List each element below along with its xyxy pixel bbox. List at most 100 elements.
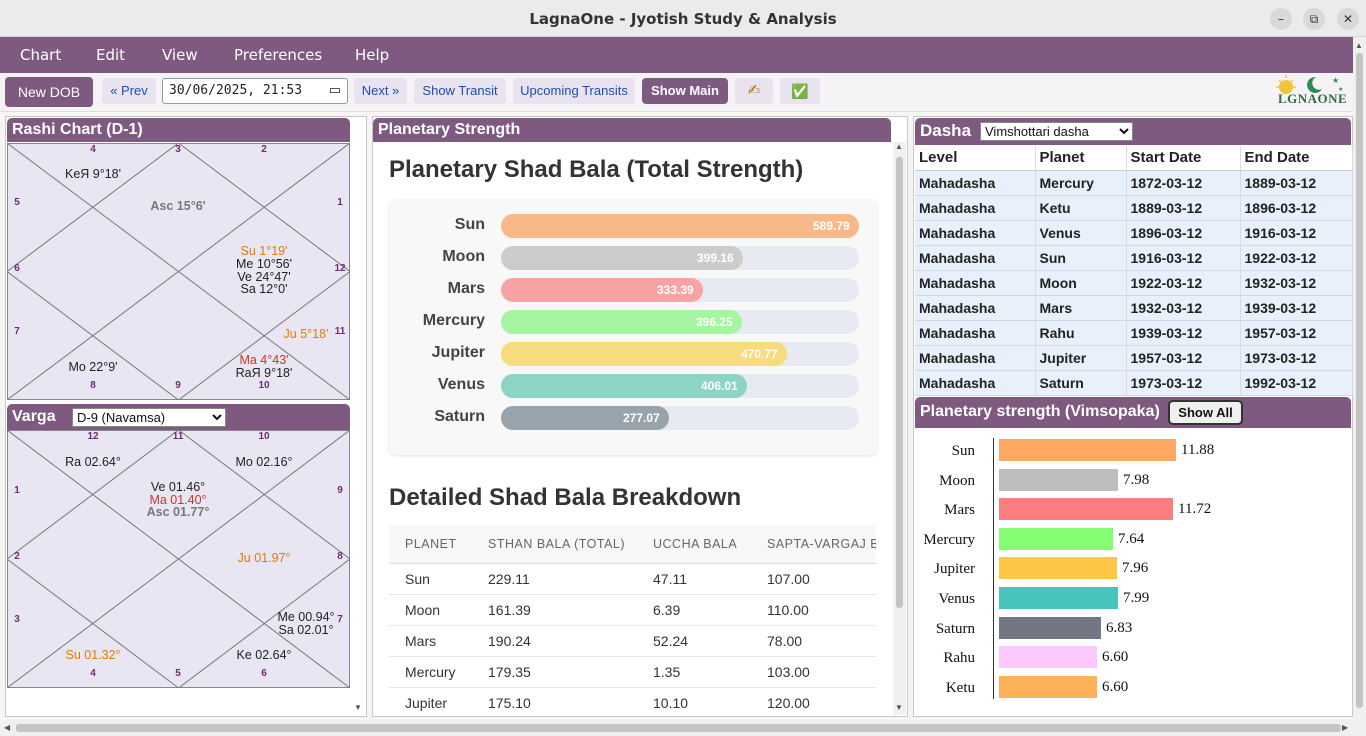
table-row[interactable]: Mahadasha Mercury 1872-03-12 1889-03-12: [915, 170, 1353, 196]
cell: Ketu: [1035, 195, 1127, 221]
varga-moon: Mo 02.16°: [235, 455, 293, 469]
dasha-header-row: Level Planet Start Date End Date: [915, 146, 1353, 171]
show-transit-button[interactable]: Show Transit: [414, 78, 506, 104]
vimsopaka-value: 6.60: [1102, 678, 1129, 695]
cell: Sun: [389, 563, 472, 595]
varga-house-9: 9: [337, 485, 343, 496]
new-dob-button[interactable]: New DOB: [5, 77, 93, 107]
minimize-button[interactable]: –: [1270, 8, 1292, 30]
bar-label: Sun: [454, 216, 485, 233]
bar-row: Venus 406.01: [389, 374, 877, 398]
left-scroll-down-arrow[interactable]: ▼: [354, 703, 362, 712]
rashi-house-10: 10: [258, 380, 270, 391]
cell: Mahadasha: [915, 245, 1036, 271]
table-row[interactable]: Mahadasha Moon 1922-03-12 1932-03-12: [915, 270, 1353, 296]
breakdown-header-row: PLANET STHAN BALA (TOTAL) UCCHA BALA SAP…: [389, 525, 876, 564]
vimsopaka-title: Planetary strength (Vimsopaka): [920, 403, 1160, 420]
vimsopaka-value: 7.99: [1123, 590, 1150, 606]
cell: 47.11: [637, 563, 751, 595]
rashi-saturn: Sa 12°0': [240, 282, 288, 296]
vimsopaka-row: Ketu 6.60: [915, 675, 1345, 700]
cell: 1916-03-12: [1126, 245, 1241, 271]
table-row[interactable]: Mahadasha Rahu 1939-03-12 1957-03-12: [915, 320, 1353, 346]
breakdown-table-wrap: PLANET STHAN BALA (TOTAL) UCCHA BALA SAP…: [389, 525, 876, 715]
middle-scroll-thumb[interactable]: [896, 157, 903, 608]
cell: 1922-03-12: [1240, 245, 1353, 271]
app-logo: ★ ★ LGNAONE: [1272, 73, 1348, 109]
cell: 1939-03-12: [1126, 320, 1241, 346]
vimsopaka-bar: [999, 587, 1118, 609]
scroll-right-arrow[interactable]: ▶: [1342, 723, 1348, 732]
cell: Moon: [1035, 270, 1127, 296]
menu-preferences[interactable]: Preferences: [234, 46, 322, 64]
dasha-title: Dasha: [920, 121, 972, 140]
col-start-date: Start Date: [1126, 146, 1241, 171]
varga-chart-lines: [7, 430, 350, 688]
rashi-house-7: 7: [14, 326, 20, 337]
window-title: LagnaOne - Jyotish Study & Analysis: [529, 10, 837, 28]
menu-help[interactable]: Help: [355, 46, 389, 64]
table-row[interactable]: Mahadasha Venus 1896-03-12 1916-03-12: [915, 220, 1353, 246]
window-scrollbar[interactable]: ▲: [1353, 37, 1366, 720]
strength-header: Planetary Strength: [373, 118, 891, 142]
vimsopaka-label: Jupiter: [934, 561, 975, 578]
scroll-up-arrow[interactable]: ▲: [895, 142, 903, 151]
rashi-chart-lines: [7, 143, 350, 400]
table-row[interactable]: Mahadasha Saturn 1973-03-12 1992-03-12: [915, 370, 1353, 396]
table-row[interactable]: Mahadasha Jupiter 1957-03-12 1973-03-12: [915, 345, 1353, 371]
col-sapta-vargaj: SAPTA-VARGAJ B: [751, 525, 876, 564]
middle-scrollbar[interactable]: ▲ ▼: [893, 142, 906, 715]
varga-title: Varga: [12, 408, 56, 425]
rashi-house-9: 9: [175, 380, 181, 391]
rashi-asc: Asc 15°6': [150, 199, 206, 213]
calendar-icon[interactable]: ▭: [329, 79, 341, 103]
rashi-house-5: 5: [14, 197, 20, 208]
table-row[interactable]: Mahadasha Sun 1916-03-12 1922-03-12: [915, 245, 1353, 271]
table-row[interactable]: Mahadasha Ketu 1889-03-12 1896-03-12: [915, 195, 1353, 221]
bar-value: 277.07: [623, 411, 660, 425]
horizontal-scroll-thumb[interactable]: [16, 724, 1341, 732]
prev-button[interactable]: « Prev: [102, 78, 156, 104]
show-main-button[interactable]: Show Main: [642, 78, 728, 104]
window-scroll-thumb[interactable]: [1356, 53, 1363, 708]
check-icon[interactable]: ✅: [780, 78, 820, 104]
menu-edit[interactable]: Edit: [96, 46, 125, 64]
varga-select[interactable]: D-9 (Navamsa): [72, 408, 226, 427]
cell: Mahadasha: [915, 295, 1036, 321]
horizontal-scrollbar[interactable]: ◀ ▶: [0, 720, 1366, 736]
close-button[interactable]: ✕: [1337, 8, 1359, 30]
vimsopaka-value: 11.88: [1181, 442, 1215, 458]
cell: 1932-03-12: [1240, 270, 1353, 296]
cell: 1939-03-12: [1240, 295, 1353, 321]
window-scroll-up-arrow[interactable]: ▲: [1355, 41, 1363, 50]
vimsopaka-bar: [999, 616, 1101, 639]
rashi-house-6: 6: [14, 263, 20, 274]
vimsopaka-value: 7.64: [1118, 530, 1145, 547]
write-icon[interactable]: ✍: [735, 78, 773, 104]
vimsopaka-bar: [999, 498, 1173, 521]
rashi-house-12: 12: [334, 263, 346, 274]
show-all-button[interactable]: Show All: [1168, 400, 1243, 425]
menu-bar: Chart Edit View Preferences Help: [0, 37, 1366, 73]
varga-house-1: 1: [14, 485, 20, 496]
varga-house-10: 10: [258, 431, 270, 442]
col-sthan-bala: STHAN BALA (TOTAL): [472, 525, 637, 564]
scroll-down-arrow[interactable]: ▼: [895, 703, 903, 712]
varga-house-2: 2: [14, 551, 20, 562]
table-row[interactable]: Mahadasha Mars 1932-03-12 1939-03-12: [915, 295, 1353, 321]
dasha-table: Level Planet Start Date End Date Mahadas…: [915, 146, 1353, 396]
dasha-select[interactable]: Vimshottari dasha: [980, 122, 1133, 141]
next-button[interactable]: Next »: [354, 78, 407, 104]
cell: Mercury: [389, 656, 472, 688]
menu-chart[interactable]: Chart: [20, 46, 61, 64]
rashi-mars: Ma 4°43': [239, 353, 289, 367]
menu-view[interactable]: View: [162, 46, 198, 64]
scroll-left-arrow[interactable]: ◀: [4, 723, 10, 732]
upcoming-transits-button[interactable]: Upcoming Transits: [513, 78, 635, 104]
cell: Mahadasha: [915, 320, 1036, 346]
varga-mercury: Me 00.94°: [277, 610, 335, 624]
maximize-button[interactable]: ⧉: [1303, 8, 1325, 30]
varga-venus: Ve 01.46°: [150, 480, 206, 494]
datetime-input[interactable]: 30/06/2025, 21:53 ▭: [162, 78, 348, 104]
vimsopaka-label: Rahu: [943, 650, 975, 667]
